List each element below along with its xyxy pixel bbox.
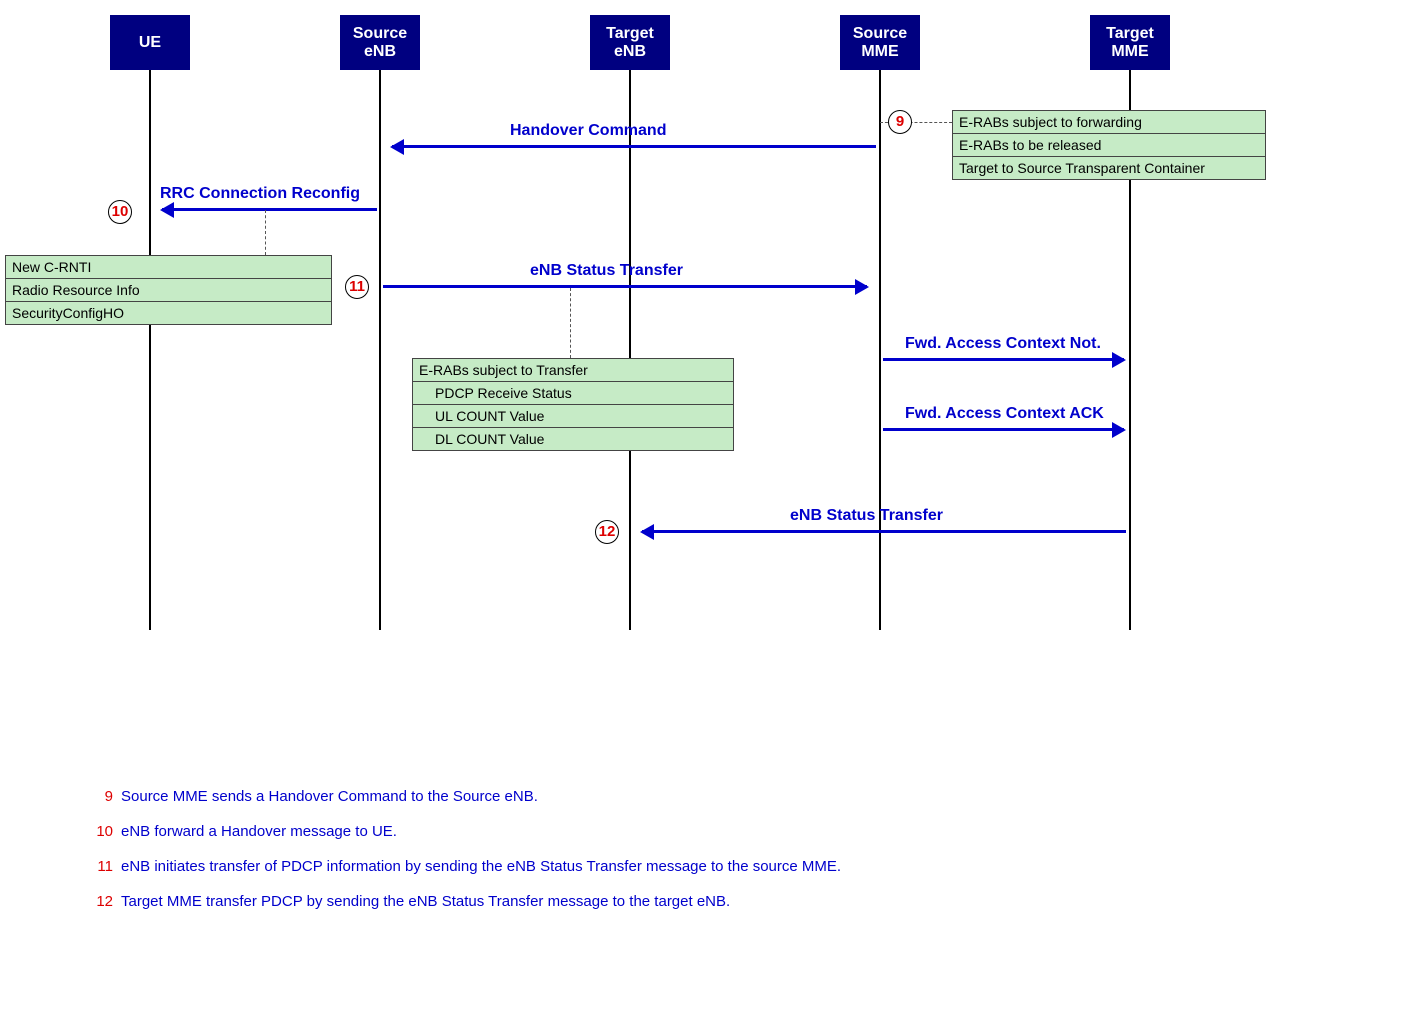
arrow-handover-command: [392, 145, 876, 148]
step-marker-9: 9: [888, 110, 912, 134]
step-marker-12: 12: [595, 520, 619, 544]
box-row: E-RABs to be released: [953, 134, 1265, 157]
box-row: UL COUNT Value: [413, 405, 733, 428]
box-row: PDCP Receive Status: [413, 382, 733, 405]
sequence-diagram: UE Source eNB Target eNB Source MME Targ…: [0, 0, 1420, 1015]
actor-target-enb: Target eNB: [590, 15, 670, 70]
legend-row: 9Source MME sends a Handover Command to …: [88, 788, 841, 805]
lifeline-ue: [149, 70, 151, 630]
box-row: New C-RNTI: [6, 256, 331, 279]
lifeline-tenb: [629, 70, 631, 630]
arrow-rrc-reconfig: [162, 208, 377, 211]
arrow-label: Fwd. Access Context ACK: [905, 405, 1104, 423]
box-row: E-RABs subject to forwarding: [953, 111, 1265, 134]
lifeline-senb: [379, 70, 381, 630]
arrow-fwd-context-not: [883, 358, 1124, 361]
arrow-label: Fwd. Access Context Not.: [905, 335, 1101, 353]
info-box-transfer: E-RABs subject to Transfer PDCP Receive …: [412, 358, 734, 451]
info-box-rrc: New C-RNTI Radio Resource Info SecurityC…: [5, 255, 332, 325]
box-row: DL COUNT Value: [413, 428, 733, 450]
arrow-enb-status-transfer-2: [642, 530, 1126, 533]
legend-row: 10eNB forward a Handover message to UE.: [88, 823, 841, 840]
dashed-connector: [570, 288, 571, 358]
box-row: E-RABs subject to Transfer: [413, 359, 733, 382]
legend-row: 11eNB initiates transfer of PDCP informa…: [88, 858, 841, 875]
actor-ue: UE: [110, 15, 190, 70]
arrow-fwd-context-ack: [883, 428, 1124, 431]
arrow-label: eNB Status Transfer: [530, 262, 683, 280]
arrow-label: eNB Status Transfer: [790, 507, 943, 525]
legend-row: 12Target MME transfer PDCP by sending th…: [88, 893, 841, 910]
actor-source-enb: Source eNB: [340, 15, 420, 70]
actor-source-mme: Source MME: [840, 15, 920, 70]
arrow-label: Handover Command: [510, 122, 666, 140]
arrow-enb-status-transfer-1: [383, 285, 867, 288]
lifeline-smme: [879, 70, 881, 630]
box-row: SecurityConfigHO: [6, 302, 331, 324]
arrow-label: RRC Connection Reconfig: [160, 185, 360, 203]
box-row: Target to Source Transparent Container: [953, 157, 1265, 179]
actor-target-mme: Target MME: [1090, 15, 1170, 70]
legend: 9Source MME sends a Handover Command to …: [88, 788, 841, 928]
step-marker-10: 10: [108, 200, 132, 224]
step-marker-11: 11: [345, 275, 369, 299]
box-row: Radio Resource Info: [6, 279, 331, 302]
dashed-connector: [265, 210, 266, 255]
info-box-erabs: E-RABs subject to forwarding E-RABs to b…: [952, 110, 1266, 180]
